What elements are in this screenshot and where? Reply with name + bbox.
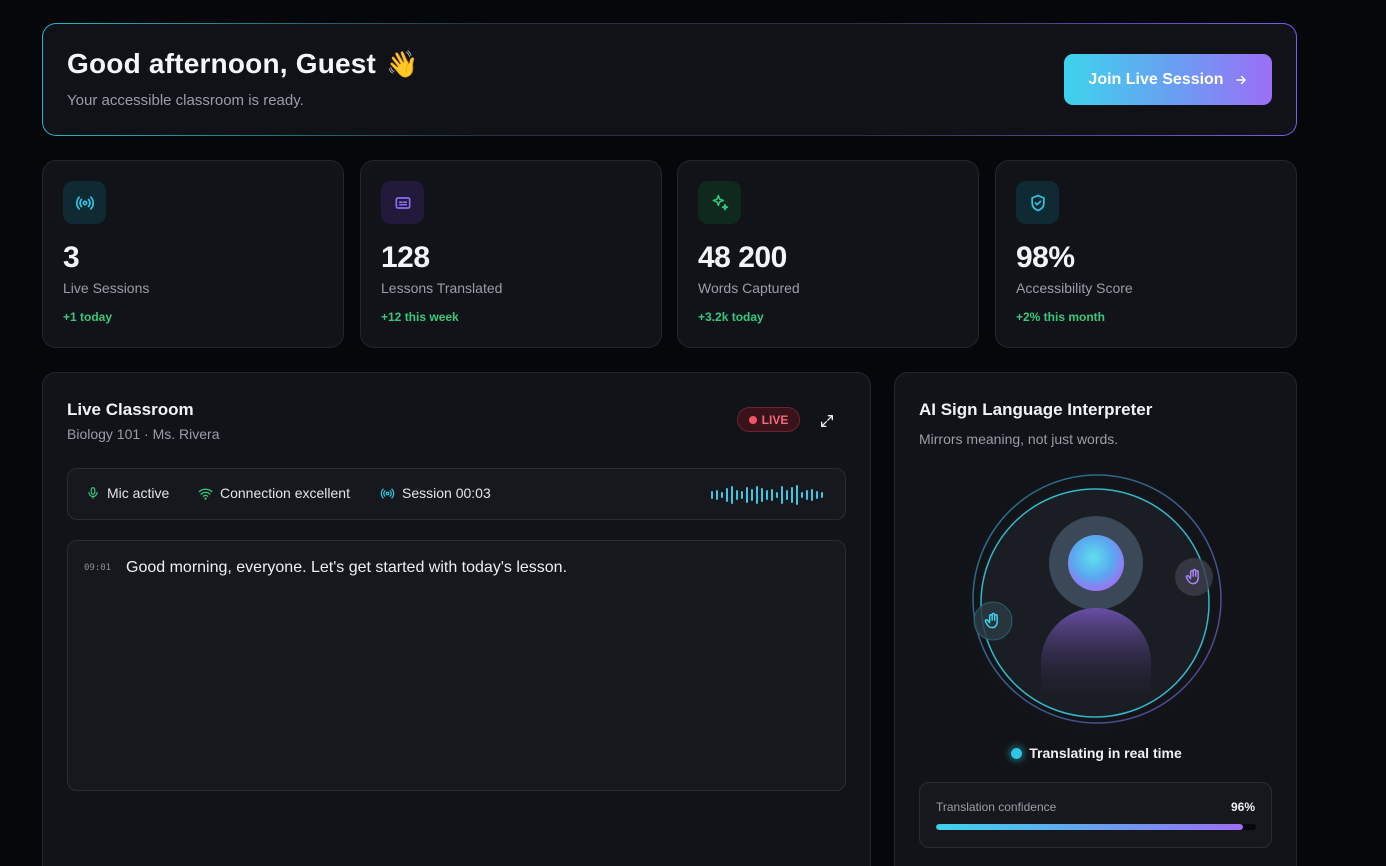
broadcast-icon — [380, 488, 395, 498]
stat-card-lessons-translated: 128 Lessons Translated +12 this week — [360, 160, 662, 348]
connection-status: Connection excellent — [198, 485, 350, 501]
stat-card-words-captured: 48 200 Words Captured +3.2k today — [677, 160, 979, 348]
sparkles-icon — [698, 181, 741, 224]
stat-label: Lessons Translated — [381, 280, 503, 296]
greeting-heading: Good afternoon, Guest 👋 — [67, 48, 419, 80]
welcome-banner: Good afternoon, Guest 👋 Your accessible … — [42, 23, 1297, 136]
live-badge: LIVE — [737, 407, 800, 432]
join-button-label: Join Live Session — [1088, 70, 1224, 88]
join-live-session-button[interactable]: Join Live Session — [1064, 54, 1272, 105]
expand-icon — [821, 415, 833, 427]
stat-value: 98% — [1016, 241, 1075, 274]
arrow-right-icon — [1235, 75, 1246, 84]
panel-title: AI Sign Language Interpreter — [919, 400, 1153, 419]
hand-wave-icon — [1185, 568, 1199, 585]
panel-subtitle: Mirrors meaning, not just words. — [919, 431, 1119, 447]
greeting-text: Good afternoon, Guest — [67, 48, 377, 79]
stat-value: 3 — [63, 241, 80, 274]
confidence-progress-bar — [936, 824, 1256, 830]
stat-delta: +3.2k today — [698, 310, 764, 324]
audio-waveform — [711, 483, 823, 507]
live-classroom-panel: Live Classroom Biology 101 · Ms. Rivera … — [42, 372, 871, 866]
captions-icon — [381, 181, 424, 224]
class-subtitle: Biology 101 · Ms. Rivera — [67, 426, 220, 442]
hand-wave-icon — [984, 612, 998, 629]
mic-status-label: Mic active — [107, 485, 170, 501]
stat-label: Words Captured — [698, 280, 800, 296]
transcript-text: Good morning, everyone. Let's get starte… — [126, 559, 568, 576]
confidence-label: Translation confidence — [936, 800, 1057, 814]
mic-status: Mic active — [86, 485, 169, 501]
translation-status-label: Translating in real time — [1029, 745, 1182, 761]
connection-status-label: Connection excellent — [220, 485, 350, 501]
status-dot-icon — [1011, 747, 1023, 759]
stat-label: Accessibility Score — [1016, 280, 1133, 296]
transcript-area[interactable]: 09:01 Good morning, everyone. Let's get … — [67, 540, 846, 791]
stat-label: Live Sessions — [63, 280, 150, 296]
confidence-value: 96% — [1230, 800, 1255, 814]
shield-check-icon — [1016, 181, 1059, 224]
stat-card-accessibility-score: 98% Accessibility Score +2% this month — [995, 160, 1297, 348]
stat-delta: +1 today — [63, 310, 113, 324]
waving-hand-icon: 👋 — [386, 49, 419, 79]
broadcast-icon — [63, 181, 106, 224]
stat-value: 128 — [381, 241, 430, 274]
stat-value: 48 200 — [698, 241, 787, 274]
expand-button[interactable] — [815, 409, 839, 433]
translation-status: Translating in real time — [895, 745, 1298, 761]
session-timer-label: Session 00:03 — [402, 485, 491, 501]
stat-delta: +12 this week — [381, 310, 459, 324]
interpreter-avatar — [955, 463, 1235, 743]
microphone-icon — [88, 487, 98, 499]
confidence-progress-fill — [936, 824, 1244, 830]
stat-card-live-sessions: 3 Live Sessions +1 today — [42, 160, 344, 348]
panel-title: Live Classroom — [67, 400, 194, 419]
live-dot-icon — [748, 415, 757, 424]
stat-delta: +2% this month — [1016, 310, 1106, 324]
wifi-icon — [198, 488, 213, 500]
greeting-subtitle: Your accessible classroom is ready. — [67, 92, 304, 109]
session-timer: Session 00:03 — [380, 485, 491, 501]
session-status-bar: Mic active Connection excellent Session … — [67, 468, 846, 520]
sign-language-interpreter-panel: AI Sign Language Interpreter Mirrors mea… — [894, 372, 1297, 866]
transcript-timestamp: 09:01 — [84, 563, 112, 573]
translation-confidence: Translation confidence 96% — [919, 782, 1272, 848]
live-label: LIVE — [761, 412, 789, 427]
